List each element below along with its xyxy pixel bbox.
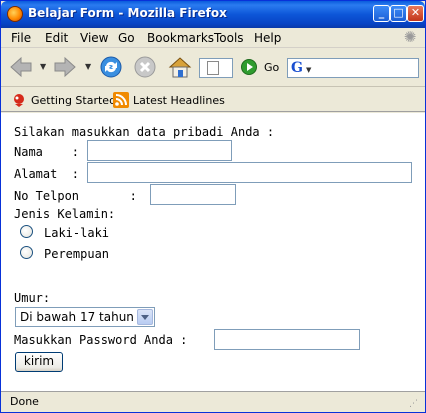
title-bar[interactable]: Belajar Form - Mozilla Firefox _ □ ✕ bbox=[1, 1, 425, 28]
window-title: Belajar Form - Mozilla Firefox bbox=[28, 6, 227, 20]
bookmarks-toolbar: Getting Started Latest Headlines bbox=[1, 88, 425, 112]
umur-selected-value: Di bawah 17 tahun bbox=[20, 310, 134, 324]
menu-bar: File Edit View Go Bookmarks Tools Help ✺ bbox=[1, 28, 425, 48]
stop-icon bbox=[134, 56, 156, 78]
bookmark-latest-headlines[interactable]: Latest Headlines bbox=[113, 92, 225, 108]
menu-file[interactable]: File bbox=[11, 31, 31, 45]
telpon-input[interactable] bbox=[150, 184, 236, 205]
menu-go[interactable]: Go bbox=[118, 31, 135, 45]
gender-label: Jenis Kelamin: bbox=[14, 207, 116, 221]
umur-select[interactable]: Di bawah 17 tahun bbox=[15, 307, 155, 327]
menu-help[interactable]: Help bbox=[254, 31, 281, 45]
throbber-icon: ✺ bbox=[403, 28, 417, 46]
password-label: Masukkan Password Anda : bbox=[14, 333, 188, 347]
back-dropdown-icon[interactable]: ▼ bbox=[40, 63, 48, 71]
status-bar: Done ⋰ bbox=[1, 391, 425, 412]
menu-view[interactable]: View bbox=[80, 31, 108, 45]
go-button-icon[interactable] bbox=[241, 59, 257, 75]
forward-arrow-icon bbox=[54, 56, 76, 78]
status-text: Done bbox=[10, 395, 39, 408]
page-icon bbox=[207, 61, 219, 75]
reload-button[interactable] bbox=[97, 53, 125, 81]
menu-edit[interactable]: Edit bbox=[45, 31, 68, 45]
radio-label-perempuan: Perempuan bbox=[44, 247, 110, 261]
radio-perempuan[interactable] bbox=[20, 246, 33, 259]
google-logo-icon[interactable]: G bbox=[291, 60, 303, 76]
chevron-down-icon[interactable] bbox=[137, 309, 153, 325]
nama-input[interactable] bbox=[87, 140, 232, 161]
back-arrow-icon bbox=[10, 56, 32, 78]
umur-label: Umur: bbox=[14, 291, 51, 305]
minimize-button[interactable]: _ bbox=[373, 5, 390, 22]
home-button[interactable] bbox=[166, 53, 194, 81]
home-icon bbox=[168, 57, 192, 78]
menu-bookmarks[interactable]: Bookmarks bbox=[147, 31, 214, 45]
forward-dropdown-icon[interactable]: ▼ bbox=[85, 63, 93, 71]
alamat-input[interactable] bbox=[87, 162, 412, 183]
maximize-button[interactable]: □ bbox=[390, 5, 407, 22]
bookmark-label: Getting Started bbox=[31, 93, 117, 107]
page-content: Silakan masukkan data pribadi Anda : Nam… bbox=[1, 113, 425, 391]
alamat-label: Alamat : bbox=[14, 167, 80, 181]
radio-laki-laki[interactable] bbox=[20, 225, 33, 238]
url-bar[interactable] bbox=[199, 58, 233, 78]
submit-button[interactable]: kirim bbox=[15, 352, 63, 372]
menu-tools[interactable]: Tools bbox=[214, 31, 244, 45]
search-input[interactable]: G ▼ bbox=[287, 58, 419, 78]
stop-button[interactable] bbox=[131, 53, 159, 81]
password-input[interactable] bbox=[214, 329, 360, 350]
close-button[interactable]: ✕ bbox=[407, 5, 424, 22]
go-button[interactable]: Go bbox=[264, 61, 279, 74]
radio-label-laki-laki: Laki-laki bbox=[44, 226, 110, 240]
nama-label: Nama : bbox=[14, 145, 80, 159]
forward-button[interactable] bbox=[51, 53, 79, 81]
browser-window: Belajar Form - Mozilla Firefox _ □ ✕ Fil… bbox=[0, 0, 426, 413]
resize-grip-icon[interactable]: ⋰ bbox=[409, 398, 421, 410]
form-intro: Silakan masukkan data pribadi Anda : bbox=[14, 125, 275, 139]
telpon-label: No Telpon : bbox=[14, 189, 137, 203]
firefox-logo-icon bbox=[7, 6, 23, 22]
navigation-toolbar: ▼ ▼ Go G ▼ bbox=[1, 49, 425, 87]
bookmark-getting-started[interactable]: Getting Started bbox=[11, 92, 116, 108]
back-button[interactable] bbox=[7, 53, 35, 81]
search-engine-dropdown-icon[interactable]: ▼ bbox=[306, 66, 311, 74]
reload-icon bbox=[100, 56, 122, 78]
getting-started-icon bbox=[11, 92, 27, 108]
bookmark-label: Latest Headlines bbox=[133, 93, 225, 107]
rss-feed-icon bbox=[113, 92, 129, 108]
